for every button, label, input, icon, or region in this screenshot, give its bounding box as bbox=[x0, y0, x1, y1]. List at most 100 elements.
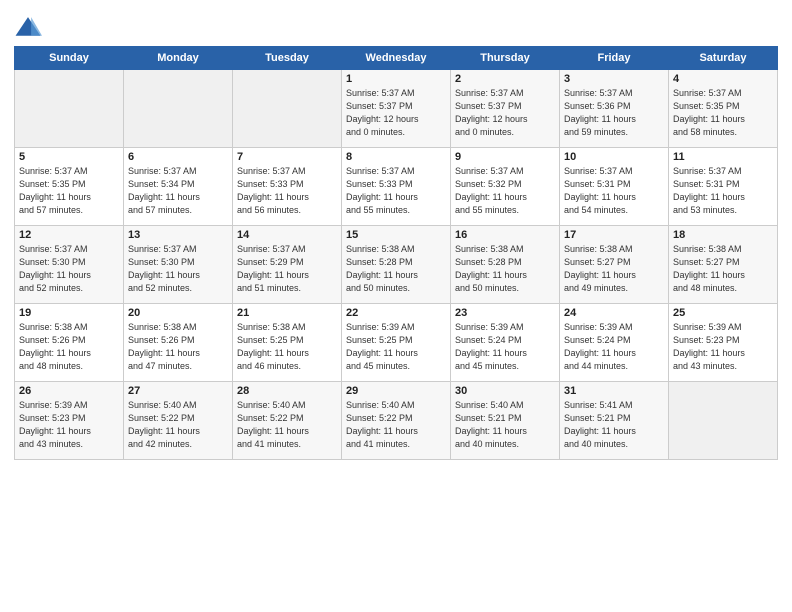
day-number: 9 bbox=[455, 151, 555, 163]
calendar-cell: 19 Sunrise: 5:38 AMSunset: 5:26 PMDayligh… bbox=[15, 304, 124, 382]
calendar-cell: 7Sunrise: 5:37 AMSunset: 5:33 PMDaylight… bbox=[233, 148, 342, 226]
day-number: 14 bbox=[237, 229, 337, 241]
day-info: Sunrise: 5:40 AMSunset: 5:21 PMDaylight:… bbox=[455, 399, 555, 451]
day-number: 28 bbox=[237, 385, 337, 397]
day-number: 31 bbox=[564, 385, 664, 397]
day-info: Sunrise: 5:40 AMSunset: 5:22 PMDaylight:… bbox=[346, 399, 446, 451]
day-info: Sunrise: 5:37 AMSunset: 5:37 PMDaylight:… bbox=[346, 87, 446, 139]
calendar-cell: 28 Sunrise: 5:40 AMSunset: 5:22 PMDayligh… bbox=[233, 382, 342, 460]
day-number: 13 bbox=[128, 229, 228, 241]
day-info: Sunrise: 5:37 AMSunset: 5:31 PMDaylight:… bbox=[564, 165, 664, 217]
day-number: 3 bbox=[564, 73, 664, 85]
day-info: Sunrise: 5:40 AMSunset: 5:22 PMDaylight:… bbox=[128, 399, 228, 451]
day-number: 15 bbox=[346, 229, 446, 241]
calendar-cell: 30 Sunrise: 5:40 AMSunset: 5:21 PMDayligh… bbox=[451, 382, 560, 460]
day-info: Sunrise: 5:38 AMSunset: 5:26 PMDaylight:… bbox=[128, 321, 228, 373]
calendar-cell: 15 Sunrise: 5:38 AMSunset: 5:28 PMDayligh… bbox=[342, 226, 451, 304]
weekday-header: Saturday bbox=[669, 47, 778, 70]
calendar-cell: 14Sunrise: 5:37 AMSunset: 5:29 PMDayligh… bbox=[233, 226, 342, 304]
calendar-cell: 16 Sunrise: 5:38 AMSunset: 5:28 PMDayligh… bbox=[451, 226, 560, 304]
day-info: Sunrise: 5:39 AMSunset: 5:23 PMDaylight:… bbox=[19, 399, 119, 451]
day-info: Sunrise: 5:38 AMSunset: 5:25 PMDaylight:… bbox=[237, 321, 337, 373]
calendar-cell: 24 Sunrise: 5:39 AMSunset: 5:24 PMDayligh… bbox=[560, 304, 669, 382]
calendar-week-row: 5Sunrise: 5:37 AMSunset: 5:35 PMDaylight… bbox=[15, 148, 778, 226]
calendar-cell: 22 Sunrise: 5:39 AMSunset: 5:25 PMDayligh… bbox=[342, 304, 451, 382]
day-info: Sunrise: 5:38 AMSunset: 5:27 PMDaylight:… bbox=[564, 243, 664, 295]
calendar-cell: 17 Sunrise: 5:38 AMSunset: 5:27 PMDayligh… bbox=[560, 226, 669, 304]
day-info: Sunrise: 5:37 AMSunset: 5:36 PMDaylight:… bbox=[564, 87, 664, 139]
day-number: 30 bbox=[455, 385, 555, 397]
calendar-week-row: 12 Sunrise: 5:37 AMSunset: 5:30 PMDayligh… bbox=[15, 226, 778, 304]
calendar-cell: 21 Sunrise: 5:38 AMSunset: 5:25 PMDayligh… bbox=[233, 304, 342, 382]
day-number: 8 bbox=[346, 151, 446, 163]
weekday-header: Thursday bbox=[451, 47, 560, 70]
day-info: Sunrise: 5:37 AMSunset: 5:33 PMDaylight:… bbox=[346, 165, 446, 217]
calendar-cell: 4 Sunrise: 5:37 AMSunset: 5:35 PMDaylight… bbox=[669, 70, 778, 148]
calendar-cell: 25 Sunrise: 5:39 AMSunset: 5:23 PMDayligh… bbox=[669, 304, 778, 382]
day-info: Sunrise: 5:37 AMSunset: 5:30 PMDaylight:… bbox=[19, 243, 119, 295]
day-number: 18 bbox=[673, 229, 773, 241]
weekday-header: Wednesday bbox=[342, 47, 451, 70]
calendar-cell: 11Sunrise: 5:37 AMSunset: 5:31 PMDayligh… bbox=[669, 148, 778, 226]
day-number: 6 bbox=[128, 151, 228, 163]
day-info: Sunrise: 5:37 AMSunset: 5:37 PMDaylight:… bbox=[455, 87, 555, 139]
calendar-body: 1 Sunrise: 5:37 AMSunset: 5:37 PMDaylight… bbox=[15, 70, 778, 460]
day-info: Sunrise: 5:39 AMSunset: 5:23 PMDaylight:… bbox=[673, 321, 773, 373]
logo bbox=[14, 14, 46, 42]
weekday-header: Sunday bbox=[15, 47, 124, 70]
calendar-cell: 1 Sunrise: 5:37 AMSunset: 5:37 PMDaylight… bbox=[342, 70, 451, 148]
calendar-cell: 18 Sunrise: 5:38 AMSunset: 5:27 PMDayligh… bbox=[669, 226, 778, 304]
calendar-header: SundayMondayTuesdayWednesdayThursdayFrid… bbox=[15, 47, 778, 70]
day-number: 23 bbox=[455, 307, 555, 319]
page: SundayMondayTuesdayWednesdayThursdayFrid… bbox=[0, 0, 792, 612]
day-number: 26 bbox=[19, 385, 119, 397]
day-info: Sunrise: 5:40 AMSunset: 5:22 PMDaylight:… bbox=[237, 399, 337, 451]
day-number: 24 bbox=[564, 307, 664, 319]
day-info: Sunrise: 5:41 AMSunset: 5:21 PMDaylight:… bbox=[564, 399, 664, 451]
calendar-cell: 31 Sunrise: 5:41 AMSunset: 5:21 PMDayligh… bbox=[560, 382, 669, 460]
day-info: Sunrise: 5:38 AMSunset: 5:28 PMDaylight:… bbox=[346, 243, 446, 295]
day-info: Sunrise: 5:37 AMSunset: 5:35 PMDaylight:… bbox=[19, 165, 119, 217]
day-number: 22 bbox=[346, 307, 446, 319]
day-number: 2 bbox=[455, 73, 555, 85]
day-info: Sunrise: 5:38 AMSunset: 5:27 PMDaylight:… bbox=[673, 243, 773, 295]
calendar-week-row: 19 Sunrise: 5:38 AMSunset: 5:26 PMDayligh… bbox=[15, 304, 778, 382]
day-number: 21 bbox=[237, 307, 337, 319]
calendar-cell: 29 Sunrise: 5:40 AMSunset: 5:22 PMDayligh… bbox=[342, 382, 451, 460]
day-info: Sunrise: 5:37 AMSunset: 5:35 PMDaylight:… bbox=[673, 87, 773, 139]
weekday-header: Tuesday bbox=[233, 47, 342, 70]
calendar-table: SundayMondayTuesdayWednesdayThursdayFrid… bbox=[14, 46, 778, 460]
calendar-cell bbox=[669, 382, 778, 460]
day-number: 20 bbox=[128, 307, 228, 319]
header bbox=[14, 10, 778, 42]
day-number: 19 bbox=[19, 307, 119, 319]
day-number: 16 bbox=[455, 229, 555, 241]
calendar-cell: 5Sunrise: 5:37 AMSunset: 5:35 PMDaylight… bbox=[15, 148, 124, 226]
calendar-cell: 8 Sunrise: 5:37 AMSunset: 5:33 PMDaylight… bbox=[342, 148, 451, 226]
day-info: Sunrise: 5:38 AMSunset: 5:28 PMDaylight:… bbox=[455, 243, 555, 295]
calendar-cell: 13 Sunrise: 5:37 AMSunset: 5:30 PMDayligh… bbox=[124, 226, 233, 304]
weekday-row: SundayMondayTuesdayWednesdayThursdayFrid… bbox=[15, 47, 778, 70]
day-number: 17 bbox=[564, 229, 664, 241]
calendar-week-row: 1 Sunrise: 5:37 AMSunset: 5:37 PMDaylight… bbox=[15, 70, 778, 148]
calendar-cell: 26 Sunrise: 5:39 AMSunset: 5:23 PMDayligh… bbox=[15, 382, 124, 460]
day-number: 29 bbox=[346, 385, 446, 397]
day-number: 25 bbox=[673, 307, 773, 319]
calendar-cell bbox=[124, 70, 233, 148]
day-info: Sunrise: 5:37 AMSunset: 5:30 PMDaylight:… bbox=[128, 243, 228, 295]
weekday-header: Friday bbox=[560, 47, 669, 70]
day-number: 12 bbox=[19, 229, 119, 241]
day-info: Sunrise: 5:38 AMSunset: 5:26 PMDaylight:… bbox=[19, 321, 119, 373]
day-number: 27 bbox=[128, 385, 228, 397]
calendar-cell: 27 Sunrise: 5:40 AMSunset: 5:22 PMDayligh… bbox=[124, 382, 233, 460]
day-number: 4 bbox=[673, 73, 773, 85]
day-info: Sunrise: 5:39 AMSunset: 5:25 PMDaylight:… bbox=[346, 321, 446, 373]
calendar-week-row: 26 Sunrise: 5:39 AMSunset: 5:23 PMDayligh… bbox=[15, 382, 778, 460]
calendar-cell: 2 Sunrise: 5:37 AMSunset: 5:37 PMDaylight… bbox=[451, 70, 560, 148]
calendar-cell: 3 Sunrise: 5:37 AMSunset: 5:36 PMDaylight… bbox=[560, 70, 669, 148]
calendar-cell bbox=[233, 70, 342, 148]
calendar-cell: 12 Sunrise: 5:37 AMSunset: 5:30 PMDayligh… bbox=[15, 226, 124, 304]
day-number: 1 bbox=[346, 73, 446, 85]
day-info: Sunrise: 5:39 AMSunset: 5:24 PMDaylight:… bbox=[564, 321, 664, 373]
day-number: 11 bbox=[673, 151, 773, 163]
